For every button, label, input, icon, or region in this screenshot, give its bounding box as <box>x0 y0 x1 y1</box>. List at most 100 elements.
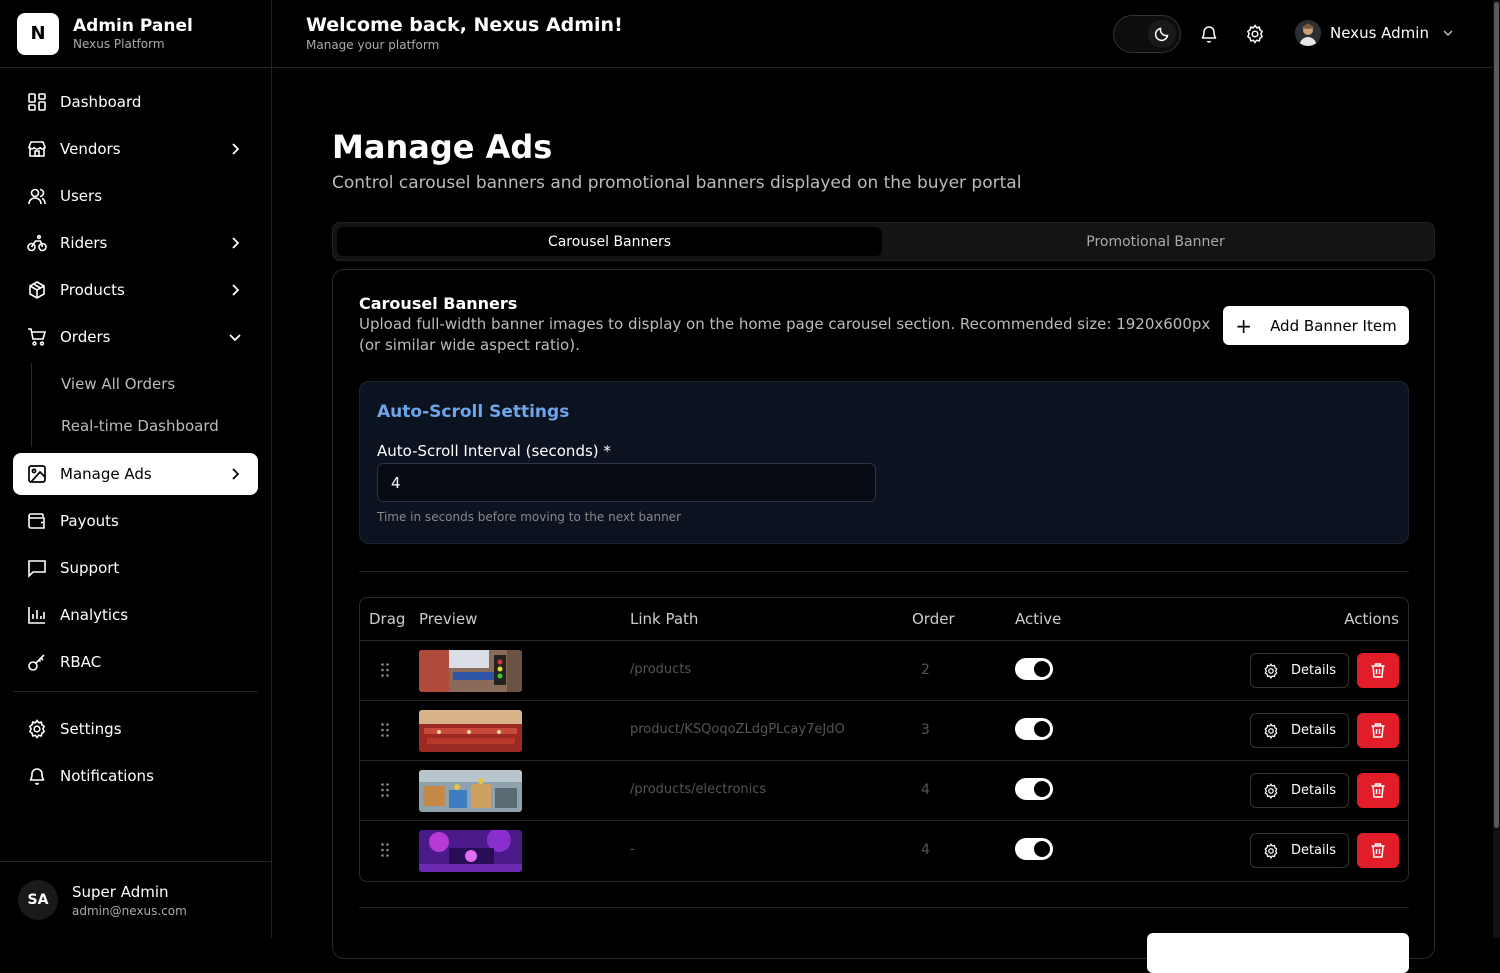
sidebar-item-vendors[interactable]: Vendors <box>13 128 258 170</box>
sidebar-item-users[interactable]: Users <box>13 175 258 217</box>
page-subtitle: Control carousel banners and promotional… <box>332 173 1022 193</box>
sidebar-item-analytics[interactable]: Analytics <box>13 594 258 636</box>
order-value: 3 <box>921 722 930 738</box>
sidebar-item-settings[interactable]: Settings <box>13 708 258 750</box>
theme-toggle[interactable] <box>1113 15 1181 53</box>
user-email: admin@nexus.com <box>72 903 187 918</box>
chevron-down-icon <box>229 334 241 342</box>
orders-submenu: View All Orders Real-time Dashboard <box>31 363 271 447</box>
sidebar-item-rbac[interactable]: RBAC <box>13 641 258 683</box>
col-drag: Drag <box>369 610 406 628</box>
interval-hint: Time in seconds before moving to the nex… <box>377 510 682 524</box>
chevron-down-icon <box>1443 30 1453 37</box>
details-label: Details <box>1290 663 1337 678</box>
gear-icon <box>26 718 48 740</box>
table-row: - 4 Details <box>360 821 1408 881</box>
add-banner-label: Add Banner Item <box>1270 316 1397 335</box>
plus-icon: + <box>1235 313 1253 338</box>
tab-bar: Carousel Banners Promotional Banner <box>332 222 1435 261</box>
sidebar-item-label: Users <box>60 187 103 205</box>
tab-carousel-banners[interactable]: Carousel Banners <box>337 227 882 256</box>
banner-preview-image <box>419 770 522 812</box>
auto-scroll-settings: Auto-Scroll Settings Auto-Scroll Interva… <box>359 381 1409 544</box>
active-toggle[interactable] <box>1015 838 1053 860</box>
gear-icon <box>1264 662 1278 679</box>
current-user[interactable]: SA Super Admin admin@nexus.com <box>0 861 271 938</box>
details-button[interactable]: Details <box>1250 833 1349 868</box>
section-divider <box>359 907 1409 908</box>
brand-title: Admin Panel <box>73 15 193 36</box>
sidebar-item-label: Settings <box>60 720 122 738</box>
active-toggle[interactable] <box>1015 778 1053 800</box>
page-title: Manage Ads <box>332 128 553 166</box>
table-row: /products/electronics 4 Details <box>360 761 1408 821</box>
col-link-path: Link Path <box>630 610 699 628</box>
trash-icon <box>1371 723 1385 738</box>
interval-label: Auto-Scroll Interval (seconds) * <box>377 442 611 460</box>
sidebar-item-label: Vendors <box>60 140 121 158</box>
save-button[interactable] <box>1147 933 1409 973</box>
scrollbar-thumb[interactable] <box>1494 2 1499 828</box>
gear-icon[interactable] <box>1245 24 1265 44</box>
delete-button[interactable] <box>1357 773 1399 808</box>
profile-name: Nexus Admin <box>1330 24 1429 42</box>
drag-handle-icon[interactable] <box>380 842 390 858</box>
wallet-icon <box>26 510 48 532</box>
sidebar-item-dashboard[interactable]: Dashboard <box>13 81 258 123</box>
scrollbar[interactable] <box>1493 0 1500 938</box>
link-path: product/KSQoqoZLdgPLcay7eJdO <box>630 722 845 737</box>
banners-table: Drag Preview Link Path Order Active Acti… <box>359 597 1409 882</box>
chevron-right-icon <box>232 284 240 296</box>
details-button[interactable]: Details <box>1250 653 1349 688</box>
delete-button[interactable] <box>1357 713 1399 748</box>
sidebar-item-label: Dashboard <box>60 93 142 111</box>
sidebar-divider <box>13 691 258 692</box>
details-button[interactable]: Details <box>1250 773 1349 808</box>
details-button[interactable]: Details <box>1250 713 1349 748</box>
sidebar-item-riders[interactable]: Riders <box>13 222 258 264</box>
details-label: Details <box>1290 723 1337 738</box>
sidebar-item-label: Manage Ads <box>60 465 152 483</box>
delete-button[interactable] <box>1357 833 1399 868</box>
sidebar-item-label: Support <box>60 559 120 577</box>
key-icon <box>26 651 48 673</box>
brand-subtitle: Nexus Platform <box>73 36 165 51</box>
table-row: product/KSQoqoZLdgPLcay7eJdO 3 Details <box>360 701 1408 761</box>
package-icon <box>26 279 48 301</box>
bike-icon <box>26 232 48 254</box>
sidebar-subitem-realtime-dashboard[interactable]: Real-time Dashboard <box>32 405 271 447</box>
col-actions: Actions <box>1344 610 1399 628</box>
delete-button[interactable] <box>1357 653 1399 688</box>
dashboard-icon <box>26 91 48 113</box>
link-path: /products <box>630 662 692 677</box>
tab-promotional-banner[interactable]: Promotional Banner <box>883 227 1428 256</box>
trash-icon <box>1371 663 1385 678</box>
drag-handle-icon[interactable] <box>380 782 390 798</box>
user-name: Super Admin <box>72 882 169 901</box>
drag-handle-icon[interactable] <box>380 722 390 738</box>
sidebar-subitem-view-all-orders[interactable]: View All Orders <box>32 363 271 405</box>
sidebar-item-manage-ads[interactable]: Manage Ads <box>13 453 258 495</box>
interval-input[interactable]: 4 <box>377 463 876 502</box>
sidebar-item-label: Products <box>60 281 125 299</box>
sidebar-nav: Dashboard Vendors Users Riders Products … <box>0 68 271 797</box>
sidebar-item-products[interactable]: Products <box>13 269 258 311</box>
welcome-subtitle: Manage your platform <box>306 38 440 52</box>
active-toggle[interactable] <box>1015 658 1053 680</box>
table-row: /products 2 Details <box>360 641 1408 701</box>
sidebar-item-label: Orders <box>60 328 111 346</box>
auto-scroll-heading: Auto-Scroll Settings <box>377 402 570 422</box>
order-value: 4 <box>921 842 930 858</box>
bell-icon[interactable] <box>1199 24 1219 44</box>
gear-icon <box>1264 782 1278 799</box>
active-toggle[interactable] <box>1015 718 1053 740</box>
sidebar-item-payouts[interactable]: Payouts <box>13 500 258 542</box>
sidebar-item-notifications[interactable]: Notifications <box>13 755 258 797</box>
add-banner-button[interactable]: + Add Banner Item <box>1223 306 1409 345</box>
sidebar-item-orders[interactable]: Orders <box>13 316 258 358</box>
order-value: 2 <box>921 662 930 678</box>
sidebar-item-support[interactable]: Support <box>13 547 258 589</box>
banner-preview-image <box>419 650 522 692</box>
drag-handle-icon[interactable] <box>380 662 390 678</box>
profile-menu[interactable]: Nexus Admin <box>1295 20 1455 46</box>
